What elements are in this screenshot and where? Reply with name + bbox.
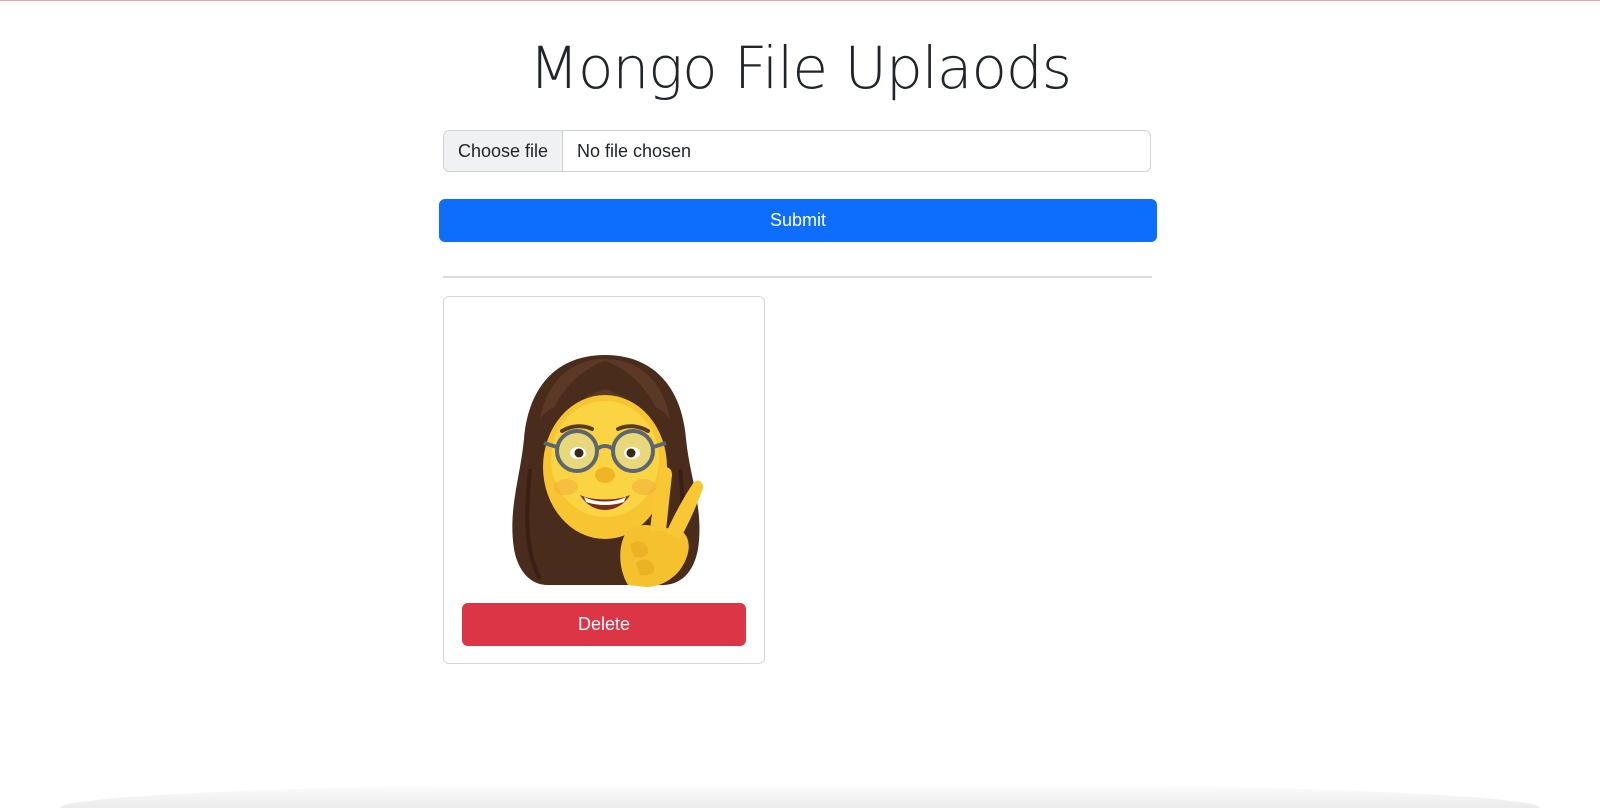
page-title: Mongo File Uplaods	[529, 34, 1072, 102]
submit-button[interactable]: Submit	[439, 199, 1157, 242]
choose-file-button[interactable]: Choose file	[444, 131, 563, 171]
file-input[interactable]: Choose file No file chosen	[443, 130, 1151, 172]
memoji-image	[512, 355, 703, 587]
page: Mongo File Uplaods Choose file No file c…	[0, 0, 1600, 808]
delete-button[interactable]: Delete	[462, 603, 746, 646]
file-card: Delete	[443, 296, 765, 664]
divider	[443, 276, 1152, 278]
top-border-line	[0, 0, 1600, 1]
bottom-shadow	[60, 782, 1540, 808]
file-status-text: No file chosen	[577, 140, 692, 161]
